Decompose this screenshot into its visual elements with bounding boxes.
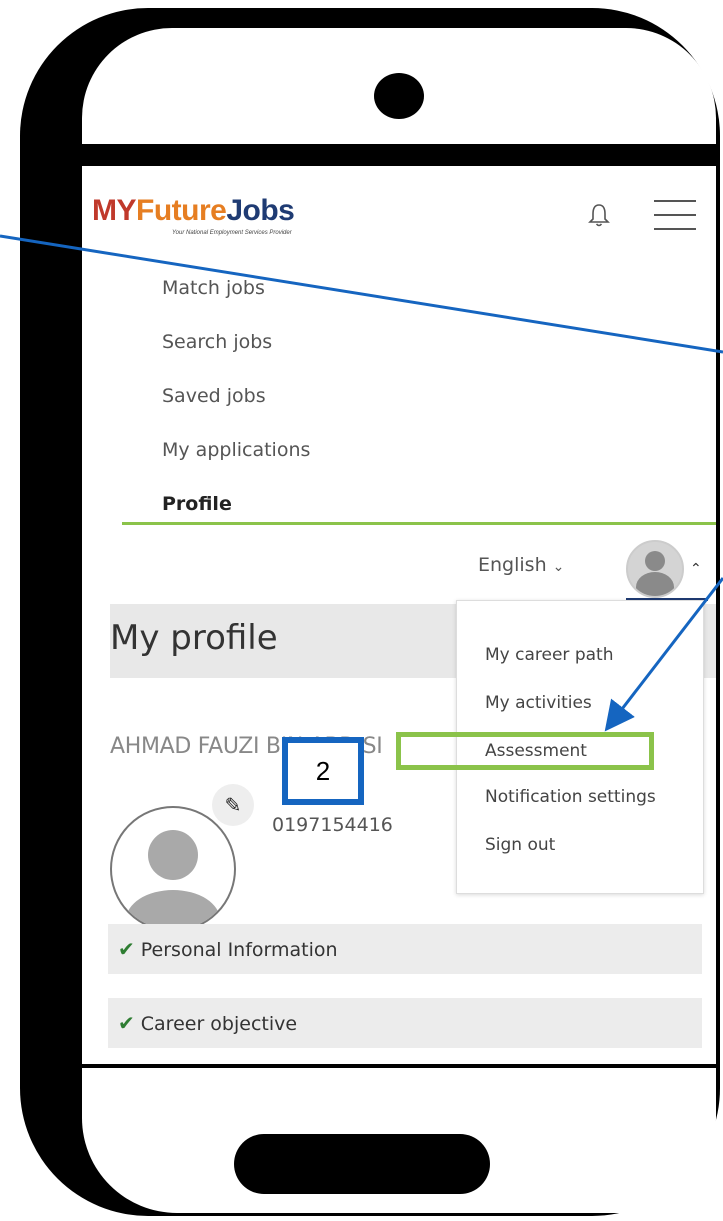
annotation-line	[0, 234, 723, 354]
annotation-arrows	[0, 234, 723, 732]
step-number-label: 2	[282, 737, 364, 805]
assessment-highlight-box	[396, 732, 654, 770]
annotation-arrow	[604, 577, 723, 732]
